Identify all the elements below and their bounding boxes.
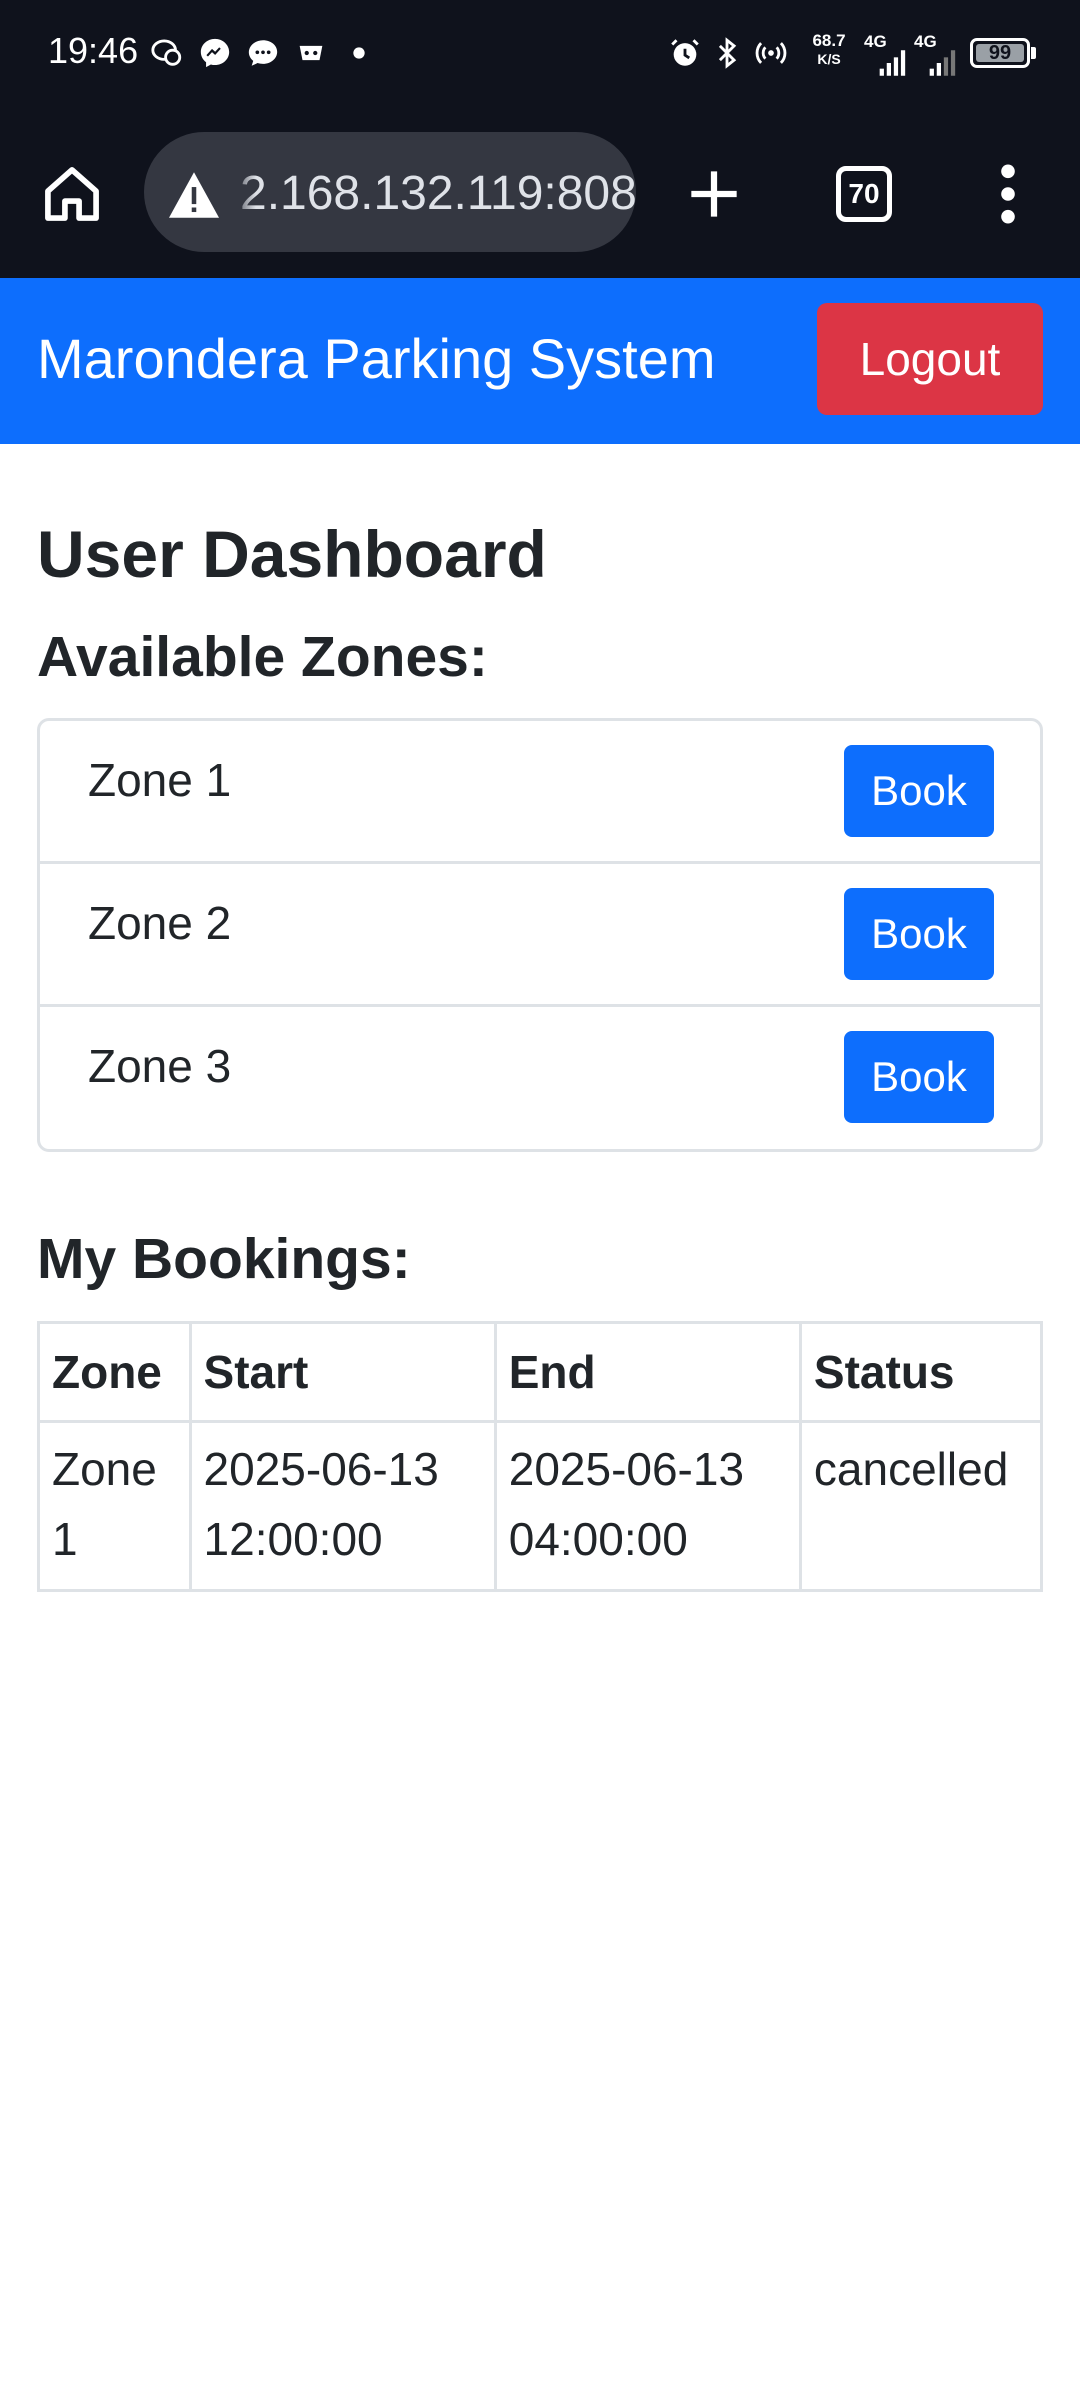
new-tab-icon[interactable] <box>680 160 748 228</box>
status-bar: 19:46 68.7 K/S 4G 4G 99 <box>0 0 1080 108</box>
network-speed: 68.7 K/S <box>812 31 846 68</box>
zone-name: Zone 2 <box>88 897 232 949</box>
bookings-table: Zone Start End Status Zone 1 2025-06-13 … <box>37 1321 1044 1592</box>
tab-switcher-button[interactable]: 70 <box>836 166 892 222</box>
overflow-menu-icon[interactable] <box>990 160 1026 228</box>
booking-start-cell: 2025-06-13 12:00:00 <box>188 1420 497 1592</box>
booking-zone-cell: Zone 1 <box>37 1420 192 1592</box>
game-notification-icon <box>292 34 330 72</box>
zone-item: Zone 2 Book <box>40 864 1040 1007</box>
signal-icon-2 <box>922 44 960 82</box>
zone-name: Zone 3 <box>88 1040 232 1092</box>
hotspot-icon <box>752 34 790 72</box>
battery-icon: 99 <box>970 38 1030 68</box>
site-navbar: Marondera Parking System Logout <box>0 278 1080 444</box>
page-title: User Dashboard <box>37 517 547 591</box>
address-bar[interactable]: 2.168.132.119:8081 <box>144 132 636 252</box>
booking-status-cell: cancelled <box>798 1420 1044 1592</box>
zone-name: Zone 1 <box>88 754 232 806</box>
not-secure-warning-icon[interactable] <box>166 170 222 220</box>
table-header-row: Zone Start End Status <box>37 1321 1044 1423</box>
messenger-notification-icon <box>196 34 234 72</box>
column-header-zone: Zone <box>37 1321 192 1423</box>
signal-icon-1 <box>872 44 910 82</box>
browser-toolbar: 2.168.132.119:8081 70 <box>0 108 1080 280</box>
booking-end-cell: 2025-06-13 04:00:00 <box>493 1420 802 1592</box>
table-row: Zone 1 2025-06-13 12:00:00 2025-06-13 04… <box>37 1420 1044 1592</box>
alarm-icon <box>666 34 704 72</box>
available-zones-heading: Available Zones: <box>37 625 488 689</box>
book-zone-3-button[interactable]: Book <box>844 1031 994 1123</box>
book-zone-1-button[interactable]: Book <box>844 745 994 837</box>
site-brand[interactable]: Marondera Parking System <box>37 326 716 391</box>
wechat-notification-icon <box>148 34 186 72</box>
column-header-start: Start <box>188 1321 497 1423</box>
chat-notification-icon <box>244 34 282 72</box>
my-bookings-heading: My Bookings: <box>37 1227 411 1291</box>
bluetooth-icon <box>708 34 746 72</box>
home-icon[interactable] <box>38 160 106 228</box>
status-time: 19:46 <box>48 30 139 71</box>
battery-level: 99 <box>988 41 1012 64</box>
zone-item: Zone 1 Book <box>40 721 1040 864</box>
zone-item: Zone 3 Book <box>40 1007 1040 1149</box>
column-header-status: Status <box>798 1321 1044 1423</box>
book-zone-2-button[interactable]: Book <box>844 888 994 980</box>
more-notifications-dot-icon <box>340 34 378 72</box>
url-text[interactable]: 2.168.132.119:8081 <box>240 166 636 221</box>
column-header-end: End <box>493 1321 802 1423</box>
zone-list: Zone 1 Book Zone 2 Book Zone 3 Book <box>37 718 1043 1152</box>
logout-button[interactable]: Logout <box>817 303 1043 415</box>
